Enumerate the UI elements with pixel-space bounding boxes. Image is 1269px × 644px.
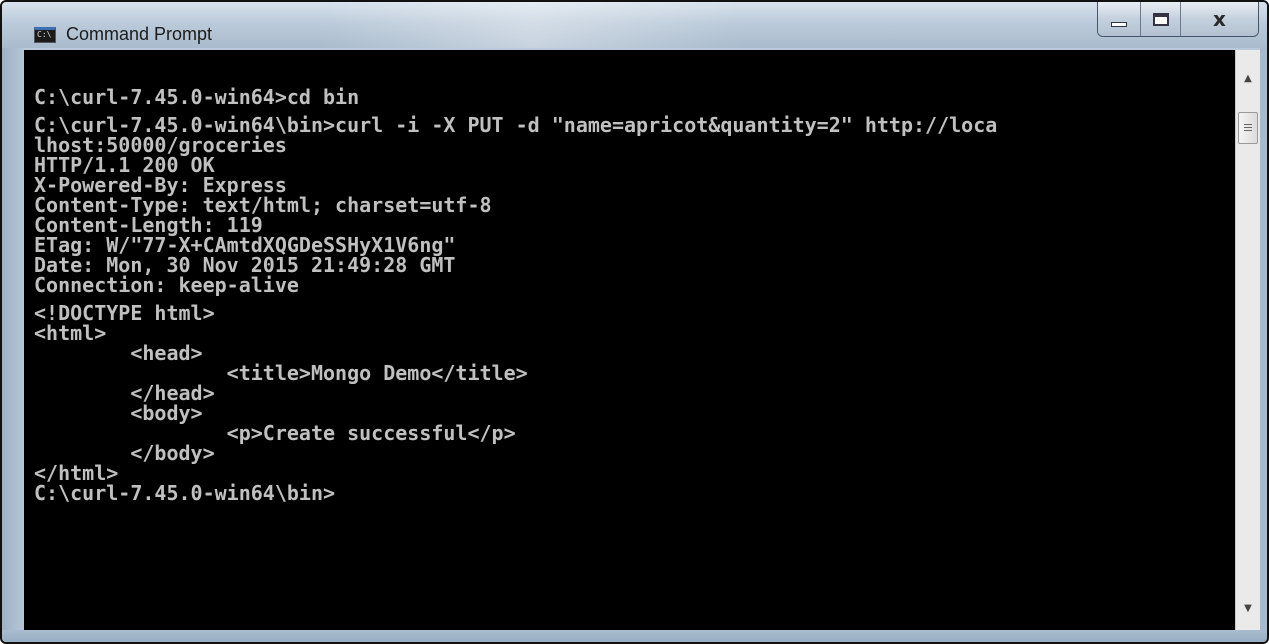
console-line: C:\curl-7.45.0-win64\bin>curl -i -X PUT … — [34, 113, 998, 137]
scroll-thumb[interactable] — [1238, 112, 1258, 144]
console-line: <!DOCTYPE html> — [34, 301, 215, 325]
console-prompt: C:\curl-7.45.0-win64\bin> — [34, 481, 336, 505]
console-output: C:\curl-7.45.0-win64>cd bin C:\curl-7.45.… — [34, 87, 997, 503]
console-line: Content-Length: 119 — [34, 213, 263, 237]
console-line: X-Powered-By: Express — [34, 173, 287, 197]
minimize-button[interactable] — [1098, 2, 1140, 36]
console-line: </html> — [34, 461, 119, 485]
window-controls: x — [1097, 2, 1259, 37]
minimize-icon — [1111, 21, 1127, 27]
console-line: <body> — [34, 401, 203, 425]
scroll-up-arrow-icon[interactable]: ▲ — [1236, 66, 1260, 90]
console-line: Content-Type: text/html; charset=utf-8 — [34, 193, 492, 217]
window-right-border — [1260, 48, 1267, 630]
console-line: <html> — [34, 321, 107, 345]
close-button[interactable]: x — [1180, 2, 1258, 36]
command-prompt-window: C:\ Command Prompt x C:\curl-7.45.0-win6… — [0, 0, 1269, 644]
title-bar-glare — [322, 2, 742, 48]
window-left-border — [2, 48, 24, 630]
console-line: C:\curl-7.45.0-win64>cd bin — [34, 85, 360, 109]
title-bar[interactable]: C:\ Command Prompt x — [2, 2, 1267, 48]
console-line: lhost:50000/groceries — [34, 133, 287, 157]
console-line: HTTP/1.1 200 OK — [34, 153, 215, 177]
scroll-grip-icon — [1244, 123, 1252, 133]
window-bottom-border — [2, 630, 1267, 642]
scroll-down-arrow-icon[interactable]: ▼ — [1236, 596, 1260, 620]
console-area[interactable]: C:\curl-7.45.0-win64>cd bin C:\curl-7.45.… — [24, 50, 1235, 630]
console-line: <title>Mongo Demo</title> — [34, 361, 528, 385]
maximize-button[interactable] — [1140, 2, 1180, 36]
maximize-icon — [1152, 12, 1169, 26]
console-line: ETag: W/"77-X+CAmtdXQGDeSSHyX1V6ng" — [34, 233, 456, 257]
window-title: Command Prompt — [66, 24, 213, 44]
console-line: Connection: keep-alive — [34, 273, 299, 297]
console-line: <head> — [34, 341, 203, 365]
console-line: Date: Mon, 30 Nov 2015 21:49:28 GMT — [34, 253, 456, 277]
console-line: </head> — [34, 381, 215, 405]
close-icon: x — [1213, 7, 1226, 31]
cmd-icon[interactable]: C:\ — [34, 27, 56, 43]
vertical-scrollbar[interactable]: ▲ ▼ — [1235, 50, 1260, 630]
console-line: <p>Create successful</p> — [34, 421, 516, 445]
console-line: </body> — [34, 441, 215, 465]
